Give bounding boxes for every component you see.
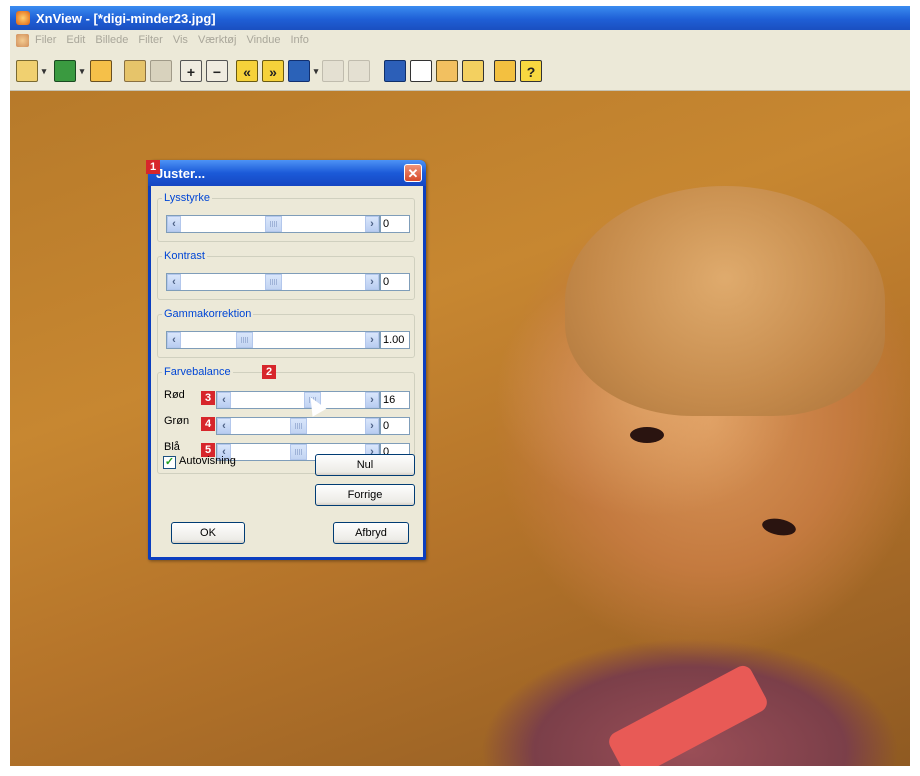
callout-badge-3: 3 xyxy=(201,391,215,405)
gamma-label: Gammakorrektion xyxy=(162,308,254,320)
save-icon[interactable] xyxy=(124,60,146,82)
contrast-slider[interactable]: ‹ › xyxy=(166,273,380,291)
contrast-value[interactable]: 0 xyxy=(380,273,410,291)
page1-icon[interactable] xyxy=(322,60,344,82)
menu-vaerktoej[interactable]: Værktøj xyxy=(198,34,237,46)
cancel-button[interactable]: Afbryd xyxy=(333,522,409,544)
refresh-icon[interactable] xyxy=(288,60,310,82)
brightness-decrease-icon[interactable]: ‹ xyxy=(167,216,181,232)
menu-app-icon xyxy=(16,33,29,47)
print-icon[interactable] xyxy=(410,60,432,82)
gamma-increase-icon[interactable]: › xyxy=(365,332,379,348)
menu-filter[interactable]: Filter xyxy=(138,34,162,46)
menu-filer[interactable]: Filer xyxy=(35,34,56,46)
green-value[interactable]: 0 xyxy=(380,417,410,435)
autopreview-label: Autovisning xyxy=(179,455,236,467)
green-decrease-icon[interactable]: ‹ xyxy=(217,418,231,434)
next-icon[interactable]: » xyxy=(262,60,284,82)
gamma-thumb[interactable] xyxy=(236,332,253,348)
photo-subject xyxy=(565,186,885,416)
ok-button[interactable]: OK xyxy=(171,522,245,544)
refresh-dropdown-icon[interactable]: ▾ xyxy=(312,60,320,82)
red-decrease-icon[interactable]: ‹ xyxy=(217,392,231,408)
reset-button[interactable]: Nul xyxy=(315,454,415,476)
gamma-slider[interactable]: ‹ › xyxy=(166,331,380,349)
previous-button[interactable]: Forrige xyxy=(315,484,415,506)
dialog-title: Juster... xyxy=(156,166,206,181)
autopreview-checkbox[interactable]: ✓ xyxy=(163,456,176,469)
brightness-label: Lysstyrke xyxy=(162,192,213,204)
menu-info[interactable]: Info xyxy=(291,34,309,46)
red-slider[interactable]: ‹ › xyxy=(216,391,380,409)
image-canvas xyxy=(10,91,910,766)
brightness-slider[interactable]: ‹ › xyxy=(166,215,380,233)
toolbar: ▾ ▾ + − « » ▾ ? xyxy=(10,50,910,91)
slideshow-icon[interactable] xyxy=(436,60,458,82)
dialog-title-bar[interactable]: Juster... ✕ xyxy=(148,160,426,186)
menu-edit[interactable]: Edit xyxy=(66,34,85,46)
contrast-thumb[interactable] xyxy=(265,274,282,290)
dialog-body: Lysstyrke ‹ › 0 Kontrast ‹ › 0 Gammakorr xyxy=(151,186,423,557)
photo-eye-left xyxy=(630,427,664,443)
gamma-group: Gammakorrektion ‹ › 1.00 xyxy=(157,308,415,358)
film-icon[interactable] xyxy=(150,60,172,82)
contrast-label: Kontrast xyxy=(162,250,207,262)
callout-badge-4: 4 xyxy=(201,417,215,431)
zoom-out-icon[interactable]: − xyxy=(206,60,228,82)
contrast-group: Kontrast ‹ › 0 xyxy=(157,250,415,300)
browser-icon[interactable] xyxy=(16,60,38,82)
page2-icon[interactable] xyxy=(348,60,370,82)
zoom-in-icon[interactable]: + xyxy=(180,60,202,82)
menu-billede[interactable]: Billede xyxy=(95,34,128,46)
red-label: Rød xyxy=(164,389,185,401)
gamma-value[interactable]: 1.00 xyxy=(380,331,410,349)
photo-eye-right xyxy=(760,516,798,538)
xnview-app-icon xyxy=(16,11,30,25)
contrast-increase-icon[interactable]: › xyxy=(365,274,379,290)
callout-badge-1: 1 xyxy=(146,160,160,174)
brightness-increase-icon[interactable]: › xyxy=(365,216,379,232)
callout-badge-2: 2 xyxy=(262,365,276,379)
menu-vis[interactable]: Vis xyxy=(173,34,188,46)
red-increase-icon[interactable]: › xyxy=(365,392,379,408)
color-balance-label: Farvebalance xyxy=(162,366,233,378)
menu-bar: Filer Edit Billede Filter Vis Værktøj Vi… xyxy=(10,30,910,50)
acquire-icon[interactable] xyxy=(90,60,112,82)
brightness-value[interactable]: 0 xyxy=(380,215,410,233)
green-slider[interactable]: ‹ › xyxy=(216,417,380,435)
blue-label: Blå xyxy=(164,441,180,453)
xnview-window: XnView - [*digi-minder23.jpg] Filer Edit… xyxy=(10,6,910,766)
open-icon[interactable] xyxy=(54,60,76,82)
green-thumb[interactable] xyxy=(290,418,307,434)
adjust-dialog: Juster... ✕ Lysstyrke ‹ › 0 Kontrast ‹ › xyxy=(148,160,426,560)
green-increase-icon[interactable]: › xyxy=(365,418,379,434)
close-button[interactable]: ✕ xyxy=(404,164,422,182)
previous-icon[interactable]: « xyxy=(236,60,258,82)
fullscreen-icon[interactable] xyxy=(384,60,406,82)
contrast-decrease-icon[interactable]: ‹ xyxy=(167,274,181,290)
brightness-group: Lysstyrke ‹ › 0 xyxy=(157,192,415,242)
title-bar: XnView - [*digi-minder23.jpg] xyxy=(10,6,910,30)
settings-icon[interactable] xyxy=(494,60,516,82)
menu-vindue[interactable]: Vindue xyxy=(246,34,280,46)
blue-thumb[interactable] xyxy=(290,444,307,460)
red-value[interactable]: 16 xyxy=(380,391,410,409)
window-title: XnView - [*digi-minder23.jpg] xyxy=(36,10,216,26)
photo-phone xyxy=(605,662,771,766)
browser-dropdown-icon[interactable]: ▾ xyxy=(40,60,48,82)
gamma-decrease-icon[interactable]: ‹ xyxy=(167,332,181,348)
capture-icon[interactable] xyxy=(462,60,484,82)
help-icon[interactable]: ? xyxy=(520,60,542,82)
green-label: Grøn xyxy=(164,415,190,427)
brightness-thumb[interactable] xyxy=(265,216,282,232)
open-dropdown-icon[interactable]: ▾ xyxy=(78,60,86,82)
